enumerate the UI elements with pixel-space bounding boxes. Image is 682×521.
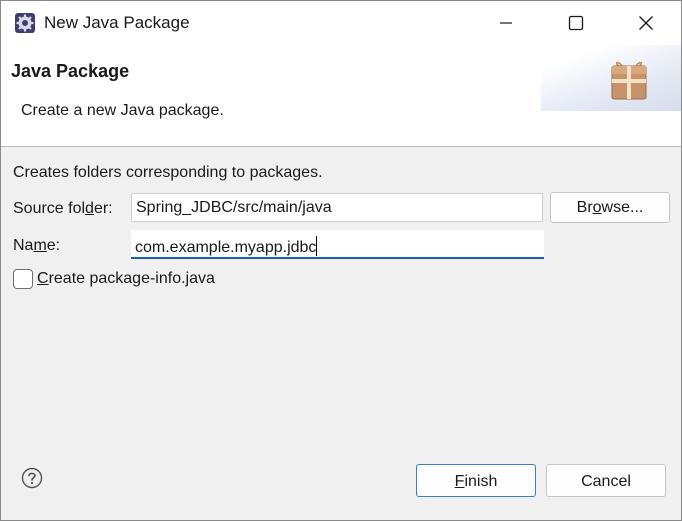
name-label: Name: (13, 237, 61, 254)
minimize-icon (500, 22, 512, 24)
create-package-info-option[interactable]: Create package-info.java (13, 267, 215, 291)
help-question-icon[interactable] (21, 467, 43, 489)
banner-title: Java Package (11, 61, 130, 81)
dialog-content: Creates folders corresponding to package… (1, 148, 681, 448)
browse-button[interactable]: Browse... (550, 192, 670, 223)
eclipse-gear-icon (15, 13, 35, 33)
maximize-icon (568, 15, 584, 31)
banner-description: Create a new Java package. (21, 102, 224, 119)
cancel-button[interactable]: Cancel (546, 464, 666, 497)
title-bar[interactable]: New Java Package (1, 1, 681, 45)
package-name-value: com.example.myapp.jdbc (135, 239, 317, 256)
maximize-button[interactable] (541, 1, 611, 45)
package-name-field[interactable]: com.example.myapp.jdbc (131, 230, 544, 259)
wizard-banner: Java Package Create a new Java package. (1, 45, 681, 147)
window-title: New Java Package (44, 13, 190, 32)
new-java-package-dialog: New Java Package Java Package Create a n… (0, 0, 682, 521)
source-folder-label: Source folder: (13, 200, 113, 217)
close-icon (639, 16, 653, 30)
text-caret (316, 236, 318, 256)
dialog-hint-text: Creates folders corresponding to package… (13, 164, 323, 181)
package-box-icon (611, 61, 647, 100)
finish-button[interactable]: Finish (416, 464, 536, 497)
create-package-info-label: Create package-info.java (37, 270, 215, 287)
create-package-info-checkbox[interactable] (13, 269, 33, 289)
source-folder-field[interactable]: Spring_JDBC/src/main/java (131, 193, 543, 222)
close-button[interactable] (611, 1, 681, 45)
minimize-button[interactable] (471, 1, 541, 45)
